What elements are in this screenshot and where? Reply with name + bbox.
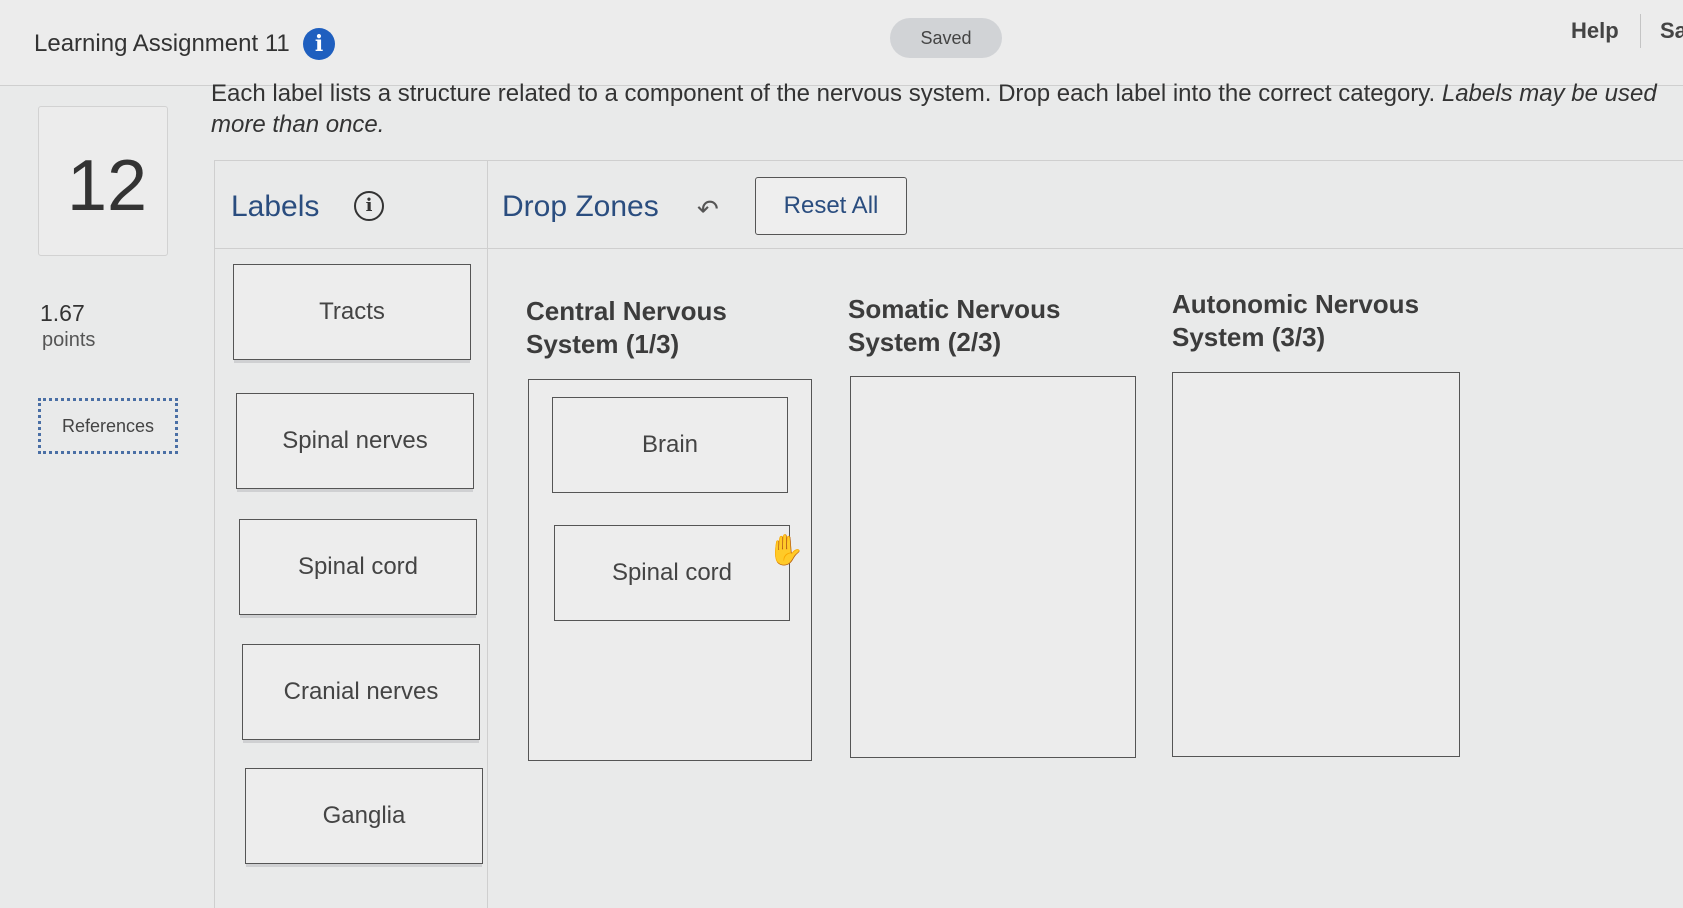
question-instructions: Each label lists a structure related to … (211, 78, 1681, 140)
label-card-cranial-nerves[interactable]: Cranial nerves (242, 644, 480, 740)
header-divider (214, 248, 1683, 249)
question-number: 12 (67, 146, 148, 226)
info-circle-icon[interactable]: i (354, 191, 384, 221)
placed-card-brain[interactable]: Brain (552, 397, 788, 493)
label-card-tracts[interactable]: Tracts (233, 264, 471, 360)
save-exit-link[interactable]: Save & Exit (1660, 18, 1683, 44)
zone-title-somatic: Somatic Nervous System (2/3) (848, 294, 1061, 357)
info-circle-icon[interactable]: i (303, 28, 335, 60)
hand-pointer-icon: ✋ (767, 534, 805, 567)
label-card-spinal-cord[interactable]: Spinal cord (239, 519, 477, 615)
drop-zone-somatic[interactable] (850, 376, 1136, 758)
instructions-text: Each label lists a structure related to … (211, 80, 1436, 107)
assignment-title: Learning Assignment 11 (34, 30, 290, 57)
labels-heading: Labels (231, 190, 320, 223)
zone-title-autonomic: Autonomic Nervous System (3/3) (1172, 289, 1420, 352)
question-number-box: 12 (38, 106, 168, 256)
label-card-ganglia[interactable]: Ganglia (245, 768, 483, 864)
placed-card-spinal-cord[interactable]: Spinal cord (554, 525, 790, 621)
drop-zones-heading: Drop Zones (502, 190, 659, 223)
drop-zone-autonomic[interactable] (1172, 372, 1460, 757)
points-value: 1.67 (40, 300, 85, 326)
help-link[interactable]: Help (1571, 18, 1619, 44)
undo-arrow-icon[interactable]: ↶ (697, 194, 719, 225)
zone-title-central: Central Nervous System (1/3) (526, 296, 727, 359)
top-bar: Learning Assignment 11 i Saved Help Save… (0, 0, 1683, 86)
references-button[interactable]: References (38, 398, 178, 454)
reset-all-button[interactable]: Reset All (755, 177, 907, 235)
saved-status-badge: Saved (890, 18, 1002, 58)
points-label: points (42, 329, 96, 351)
label-card-spinal-nerves[interactable]: Spinal nerves (236, 393, 474, 489)
topbar-divider (1640, 14, 1641, 48)
